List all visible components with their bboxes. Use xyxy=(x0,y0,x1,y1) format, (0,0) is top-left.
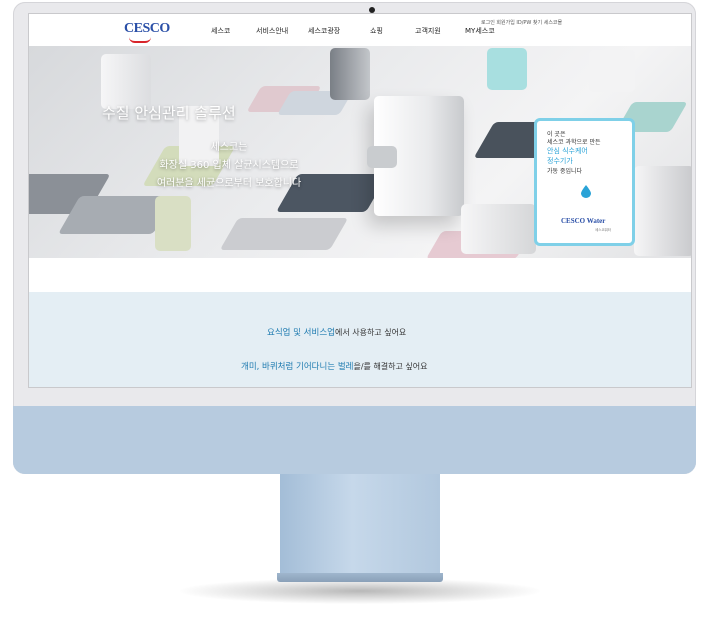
screen: CESCO 세스코 서비스안내 세스코광장 쇼핑 고객지원 MY세스코 로그인 … xyxy=(29,14,691,387)
hero-subtitle-2: 화장실 360 입체 살균시스템으로 xyxy=(159,160,299,171)
purifier-device-handle xyxy=(367,146,397,168)
purifier-device xyxy=(155,196,191,251)
camera-dot xyxy=(369,7,375,13)
nav-item-service[interactable]: 서비스안내 xyxy=(256,26,288,36)
nav-item-cesco[interactable]: 세스코 xyxy=(211,26,230,36)
info-line-1-rest: 에서 사용하고 싶어요 xyxy=(334,328,407,337)
purifier-device xyxy=(589,50,635,92)
promo-line-2: 세스코 과학으로 만든 xyxy=(547,139,601,146)
promo-logo-sub: 세스코워터 xyxy=(595,228,612,232)
hero-title: 수질 안심관리 솔루션 xyxy=(102,104,236,122)
monitor-stand xyxy=(280,474,440,578)
promo-line-4: 정수기가 xyxy=(547,157,573,165)
monitor-chin xyxy=(13,406,696,474)
water-drop-icon xyxy=(581,185,591,198)
hero-banner: 수질 안심관리 솔루션 세스코는 화장실 360 입체 살균시스템으로 여러분을… xyxy=(29,46,691,258)
purifier-device xyxy=(101,54,151,109)
hero-divider xyxy=(29,258,691,262)
deco-panel xyxy=(219,218,349,250)
promo-card[interactable]: 이 곳은 세스코 과학으로 만든 안심 식수케어 정수기가 가동 중입니다 CE… xyxy=(534,118,635,246)
info-line-1-highlight[interactable]: 요식업 및 서비스업 xyxy=(267,328,335,338)
logo-smile-mark xyxy=(129,37,151,43)
nav-item-my-cesco[interactable]: MY세스코 xyxy=(465,26,495,36)
hero-subtitle-3: 여러분을 세균으로부터 보호합니다 xyxy=(156,178,302,189)
purifier-device xyxy=(487,48,527,90)
info-line-2-highlight[interactable]: 개미, 바퀴처럼 기어다니는 벌레 xyxy=(241,362,353,372)
hero-subtitle-1: 세스코는 xyxy=(210,142,248,153)
purifier-device xyxy=(634,166,691,256)
info-line-2-rest: 을/를 해결하고 싶어요 xyxy=(353,362,428,371)
site-header: CESCO 세스코 서비스안내 세스코광장 쇼핑 고객지원 MY세스코 로그인 … xyxy=(29,14,691,47)
promo-line-3: 안심 식수케어 xyxy=(547,147,588,155)
nav-item-support[interactable]: 고객지원 xyxy=(415,26,441,36)
purifier-device xyxy=(330,48,370,100)
promo-logo: CESCO Water xyxy=(561,217,606,225)
nav-item-plaza[interactable]: 세스코광장 xyxy=(308,26,340,36)
purifier-device xyxy=(461,204,536,254)
info-line-2[interactable]: 개미, 바퀴처럼 기어다니는 벌레을/를 해결하고 싶어요 xyxy=(241,360,428,372)
monitor-stand-foot xyxy=(277,573,443,582)
info-band: 요식업 및 서비스업에서 사용하고 싶어요 개미, 바퀴처럼 기어다니는 벌레을… xyxy=(29,292,691,387)
nav-item-shopping[interactable]: 쇼핑 xyxy=(370,26,383,36)
cesco-logo[interactable]: CESCO xyxy=(124,21,170,37)
utility-links[interactable]: 로그인 회원가입 ID/PW 찾기 세스코몰 xyxy=(481,19,562,26)
info-line-1[interactable]: 요식업 및 서비스업에서 사용하고 싶어요 xyxy=(267,326,406,338)
promo-line-5: 가동 중입니다 xyxy=(547,168,583,175)
